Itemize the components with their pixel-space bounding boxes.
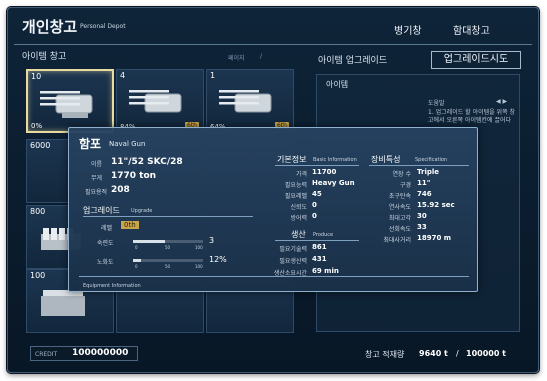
spec-row-label: 연장 수	[392, 171, 411, 178]
spec-row-label: 구경	[399, 182, 411, 189]
spec-row-value: Triple	[417, 168, 440, 176]
capacity-used: 9640 t	[419, 349, 448, 358]
item-count: 4	[120, 71, 126, 80]
window-title: 개인창고	[22, 18, 78, 36]
tab-fleet-storage[interactable]: 함대창고	[453, 22, 490, 37]
warehouse-item[interactable]: 4 84% 6th	[116, 69, 204, 133]
item-durability: 0%	[31, 122, 43, 130]
page-separator: /	[260, 53, 263, 60]
equipment-info-label: Equipment Information	[83, 283, 141, 289]
spec-divider	[369, 165, 469, 166]
spec-row-label: 초구탄속	[388, 193, 411, 200]
help-pager-icon[interactable]: ◀ ▶	[496, 98, 507, 105]
basic-info-title-en: Basic Information	[313, 157, 357, 163]
spec-row-label: 최대고각	[388, 215, 411, 222]
spec-row-value: 33	[417, 223, 427, 231]
produce-row-label: 필요생산력	[279, 258, 307, 265]
upgrade-item-label: 아이템	[326, 80, 349, 89]
page-label: 페이지	[228, 55, 245, 62]
spec-row-label: 최대사거리	[383, 237, 411, 244]
spec-row-value: 746	[417, 190, 432, 198]
item-count: 10	[31, 72, 42, 81]
produce-row-label: 필요기술력	[279, 246, 307, 253]
capacity-label: 창고 적재량	[365, 350, 405, 359]
footer-bar: CREDIT 100000000 창고 적재량 9640 t / 100000 …	[8, 342, 538, 372]
tooltip-item-name-en: Naval Gun	[109, 140, 146, 148]
spec-title-en: Specification	[415, 157, 448, 163]
basic-info-title: 기본정보	[277, 155, 307, 164]
produce-row-value: 861	[312, 243, 327, 251]
spec-row-value: 15.92 sec	[417, 201, 455, 209]
naval-gun-icon	[40, 91, 93, 118]
credit-value: 100000000	[72, 348, 129, 358]
spec-row-label: 선회속도	[388, 226, 411, 233]
warehouse-title: 아이템 창고	[22, 52, 67, 62]
name-value: 11"/52 SKC/28	[111, 157, 183, 167]
spec-row-value: 11"	[417, 179, 431, 187]
spec-row-value: 18970 m	[417, 234, 452, 242]
capacity-separator: /	[456, 349, 459, 358]
window-subtitle: Personal Depot	[80, 23, 126, 30]
name-label: 이름	[91, 161, 103, 168]
basic-info-divider	[275, 165, 359, 166]
naval-gun-icon	[219, 90, 272, 113]
naval-gun-icon	[129, 90, 182, 113]
produce-row-label: 생산소요시간	[273, 270, 307, 277]
capacity-max: 100000 t	[466, 349, 507, 358]
item-tooltip: 함포 Naval Gun 이름 11"/52 SKC/28 무게 1770 to…	[68, 127, 478, 292]
item-count: 800	[30, 207, 46, 216]
item-count: 1	[210, 71, 216, 80]
spec-row-label: 연사속도	[388, 204, 411, 211]
tooltip-item-name: 함포	[79, 137, 102, 151]
warehouse-item[interactable]: 1 64% 6th	[206, 69, 294, 133]
produce-row-value: 431	[312, 255, 327, 263]
credit-label: CREDIT	[35, 351, 58, 358]
spec-title: 장비특성	[371, 155, 401, 164]
header-divider	[14, 44, 532, 45]
produce-row-value: 69 min	[312, 267, 339, 275]
spec-row-value: 30	[417, 212, 427, 220]
upgrade-try-button[interactable]: 업그레이드시도	[431, 51, 521, 69]
item-count: 100	[30, 271, 46, 280]
help-label: 도움말	[428, 100, 445, 107]
warehouse-item[interactable]: 10 0%	[26, 69, 114, 133]
upgrade-title: 아이템 업그레이드	[318, 56, 388, 66]
help-text: 1. 업그레이드 할 아이템을 위쪽 창고에서 오른쪽 아이템칸에 끌어다	[428, 109, 516, 124]
item-count: 6000	[30, 141, 51, 150]
tab-arsenal[interactable]: 병기창	[394, 22, 422, 37]
